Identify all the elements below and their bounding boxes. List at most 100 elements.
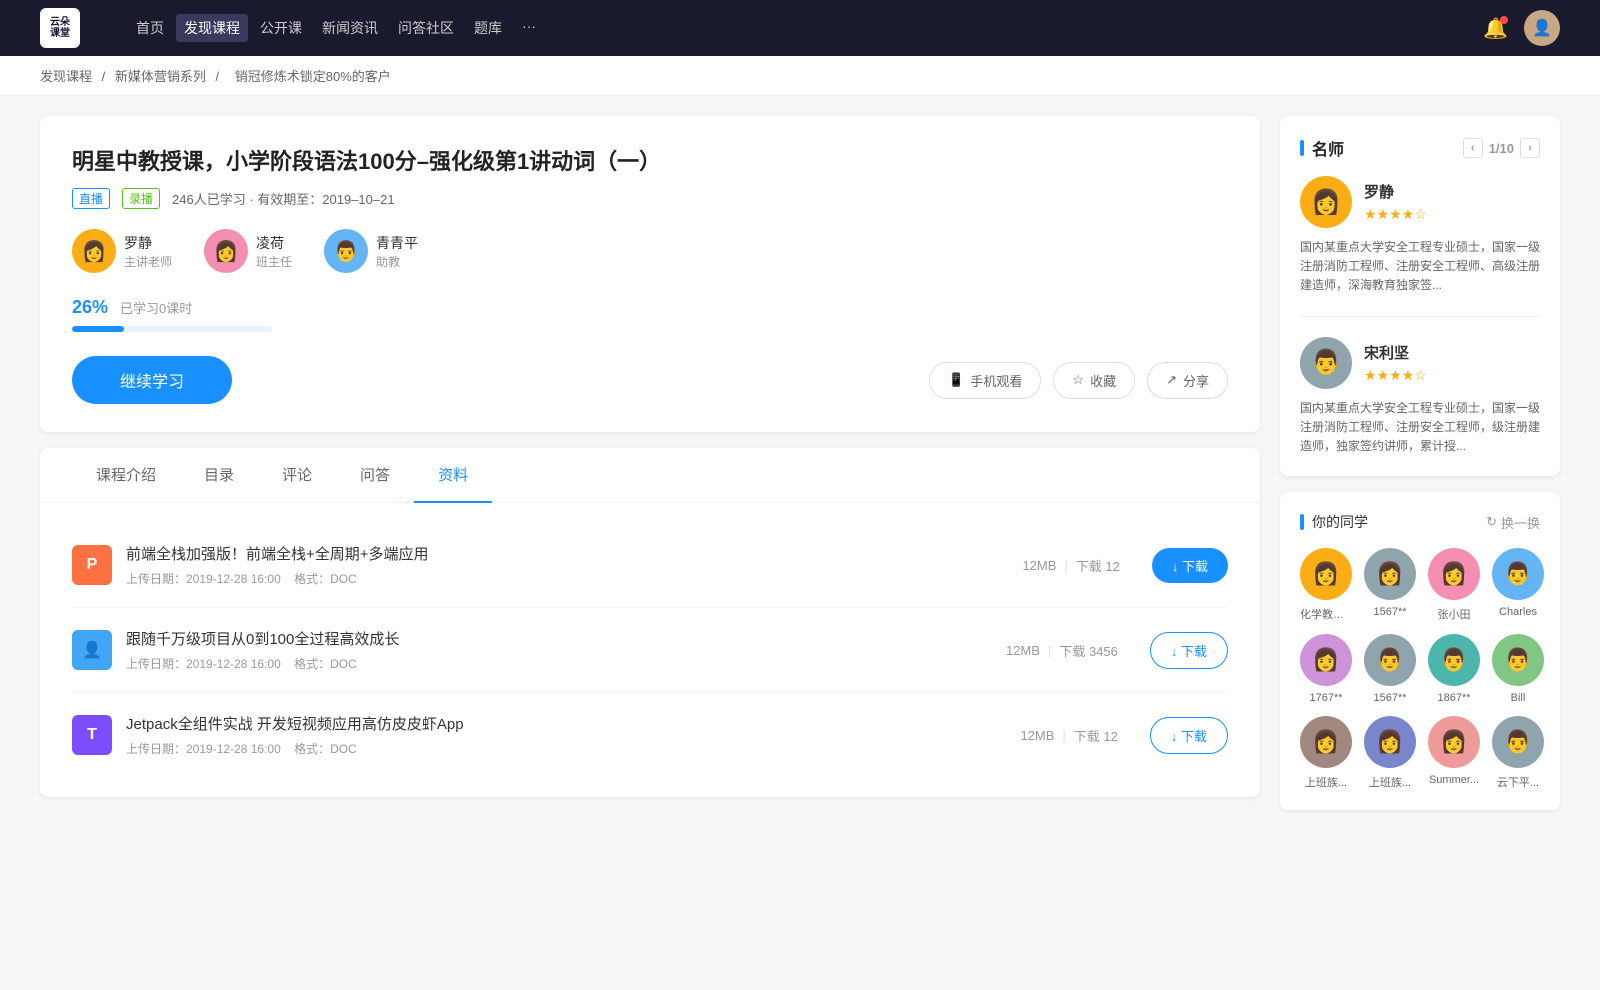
- notification-dot: [1500, 16, 1508, 24]
- next-page-button[interactable]: ›: [1520, 138, 1540, 158]
- classmates-grid: 👩 化学教书... 👩 1567** 👩 张小田 👨 Charles 👩: [1300, 548, 1540, 790]
- header-right: 🔔 👤: [1483, 10, 1560, 46]
- breadcrumb-series[interactable]: 新媒体营销系列: [115, 69, 206, 84]
- collect-button[interactable]: ☆ 收藏: [1053, 362, 1135, 399]
- teacher-stars-0: ★★★★☆: [1364, 206, 1427, 223]
- phone-view-button[interactable]: 📱 手机观看: [929, 362, 1041, 399]
- tab-qa[interactable]: 问答: [336, 448, 414, 503]
- tabs-header: 课程介绍 目录 评论 问答 资料: [40, 448, 1260, 503]
- resource-item-0: P 前端全栈加强版！前端全栈+全周期+多端应用 上传日期：2019-12-28 …: [72, 523, 1228, 608]
- resource-title-0: 前端全栈加强版！前端全栈+全周期+多端应用: [126, 543, 990, 564]
- refresh-icon: ↻: [1486, 514, 1497, 530]
- instructor-name-0: 罗静: [124, 233, 172, 253]
- progress-text: 已学习0课时: [120, 298, 192, 317]
- resource-icon-2: T: [72, 715, 112, 755]
- classmate-avatar-10: 👩: [1428, 716, 1480, 768]
- instructor-name-1: 凌荷: [256, 233, 292, 253]
- classmate-name-2: 张小田: [1428, 606, 1480, 622]
- instructor-0: 👩 罗静 主讲老师: [72, 229, 172, 273]
- nav-discover[interactable]: 发现课程: [176, 14, 248, 42]
- classmate-avatar-11: 👨: [1492, 716, 1544, 768]
- classmate-3[interactable]: 👨 Charles: [1492, 548, 1544, 622]
- prev-page-button[interactable]: ‹: [1463, 138, 1483, 158]
- download-button-1[interactable]: ↓ 下载: [1150, 632, 1228, 669]
- classmate-9[interactable]: 👩 上班族...: [1364, 716, 1416, 790]
- classmates-card: 你的同学 ↻ 换一换 👩 化学教书... 👩 1567** 👩: [1280, 492, 1560, 810]
- instructor-role-1: 班主任: [256, 253, 292, 270]
- nav-qa[interactable]: 问答社区: [390, 14, 462, 42]
- logo-icon: 云朵课堂: [40, 8, 80, 48]
- resource-info-1: 跟随千万级项目从0到100全过程高效成长 上传日期：2019-12-28 16:…: [126, 628, 974, 672]
- classmate-5[interactable]: 👨 1567**: [1364, 634, 1416, 704]
- progress-section: 26% 已学习0课时: [72, 297, 1228, 332]
- breadcrumb: 发现课程 / 新媒体营销系列 / 销冠修炼术锁定80%的客户: [0, 56, 1600, 96]
- classmate-8[interactable]: 👩 上班族...: [1300, 716, 1352, 790]
- classmate-10[interactable]: 👩 Summer...: [1428, 716, 1480, 790]
- classmate-name-11: 云下平...: [1492, 774, 1544, 790]
- breadcrumb-discover[interactable]: 发现课程: [40, 69, 92, 84]
- resource-stats-1: 12MB | 下载 3456: [1006, 641, 1118, 660]
- action-row: 继续学习 📱 手机观看 ☆ 收藏 ↗ 分享: [72, 356, 1228, 404]
- classmate-avatar-0: 👩: [1300, 548, 1352, 600]
- classmate-avatar-3: 👨: [1492, 548, 1544, 600]
- resource-icon-1: 👤: [72, 630, 112, 670]
- right-sidebar: 名师 ‹ 1/10 › 👩 罗静 ★★★★☆ 国内某重点大学安全工程专业硕士，国…: [1280, 116, 1560, 826]
- classmate-7[interactable]: 👨 Bill: [1492, 634, 1544, 704]
- nav-quiz[interactable]: 题库: [466, 14, 510, 42]
- teachers-card: 名师 ‹ 1/10 › 👩 罗静 ★★★★☆ 国内某重点大学安全工程专业硕士，国…: [1280, 116, 1560, 476]
- classmates-header: 你的同学 ↻ 换一换: [1300, 512, 1540, 532]
- logo[interactable]: 云朵课堂: [40, 8, 80, 48]
- tab-review[interactable]: 评论: [258, 448, 336, 503]
- page-info: 1/10: [1489, 141, 1514, 156]
- teacher-name-1: 宋利坚: [1364, 342, 1427, 363]
- classmate-11[interactable]: 👨 云下平...: [1492, 716, 1544, 790]
- teacher-desc-1: 国内某重点大学安全工程专业硕士，国家一级注册消防工程师、注册安全工程师，级注册建…: [1300, 399, 1540, 457]
- classmate-avatar-2: 👩: [1428, 548, 1480, 600]
- tabs-body: P 前端全栈加强版！前端全栈+全周期+多端应用 上传日期：2019-12-28 …: [40, 503, 1260, 797]
- resource-stats-0: 12MB | 下载 12: [1022, 556, 1119, 575]
- right-actions: 📱 手机观看 ☆ 收藏 ↗ 分享: [929, 362, 1228, 399]
- download-button-2[interactable]: ↓ 下载: [1150, 717, 1228, 754]
- teacher-desc-0: 国内某重点大学安全工程专业硕士，国家一级注册消防工程师、注册安全工程师、高级注册…: [1300, 238, 1540, 296]
- classmate-name-6: 1867**: [1428, 692, 1480, 704]
- classmate-avatar-7: 👨: [1492, 634, 1544, 686]
- course-stats: 246人已学习 · 有效期至：2019–10–21: [172, 189, 395, 208]
- pagination: ‹ 1/10 ›: [1463, 138, 1540, 158]
- resource-info-0: 前端全栈加强版！前端全栈+全周期+多端应用 上传日期：2019-12-28 16…: [126, 543, 990, 587]
- nav-home[interactable]: 首页: [128, 14, 172, 42]
- resource-icon-0: P: [72, 545, 112, 585]
- instructor-2: 👨 青青平 助教: [324, 229, 418, 273]
- classmate-name-1: 1567**: [1364, 606, 1416, 618]
- teacher-stars-1: ★★★★☆: [1364, 367, 1427, 384]
- instructor-role-2: 助教: [376, 253, 418, 270]
- resource-item-2: T Jetpack全组件实战 开发短视频应用高仿皮皮虾App 上传日期：2019…: [72, 693, 1228, 777]
- tab-resources[interactable]: 资料: [414, 448, 492, 503]
- classmate-4[interactable]: 👩 1767**: [1300, 634, 1352, 704]
- main-content: 明星中教授课，小学阶段语法100分–强化级第1讲动词（一） 直播 录播 246人…: [0, 96, 1600, 846]
- download-button-0[interactable]: ↓ 下载: [1152, 548, 1228, 583]
- resource-item-1: 👤 跟随千万级项目从0到100全过程高效成长 上传日期：2019-12-28 1…: [72, 608, 1228, 693]
- classmate-name-8: 上班族...: [1300, 774, 1352, 790]
- nav-open[interactable]: 公开课: [252, 14, 310, 42]
- share-icon: ↗: [1166, 372, 1177, 388]
- tab-intro[interactable]: 课程介绍: [72, 448, 180, 503]
- tab-catalog[interactable]: 目录: [180, 448, 258, 503]
- user-avatar[interactable]: 👤: [1524, 10, 1560, 46]
- nav-more[interactable]: ···: [514, 14, 544, 42]
- notification-bell[interactable]: 🔔: [1483, 16, 1508, 41]
- classmate-6[interactable]: 👨 1867**: [1428, 634, 1480, 704]
- resource-title-2: Jetpack全组件实战 开发短视频应用高仿皮皮虾App: [126, 713, 988, 734]
- course-title: 明星中教授课，小学阶段语法100分–强化级第1讲动词（一）: [72, 144, 1228, 176]
- continue-learning-button[interactable]: 继续学习: [72, 356, 232, 404]
- resource-info-2: Jetpack全组件实战 开发短视频应用高仿皮皮虾App 上传日期：2019-1…: [126, 713, 988, 757]
- course-meta: 直播 录播 246人已学习 · 有效期至：2019–10–21: [72, 188, 1228, 209]
- tabs-card: 课程介绍 目录 评论 问答 资料 P 前端全栈加强版！前端全栈+全周期+多端应用…: [40, 448, 1260, 797]
- share-button[interactable]: ↗ 分享: [1147, 362, 1228, 399]
- classmate-0[interactable]: 👩 化学教书...: [1300, 548, 1352, 622]
- refresh-classmates-button[interactable]: ↻ 换一换: [1486, 513, 1540, 532]
- classmate-2[interactable]: 👩 张小田: [1428, 548, 1480, 622]
- teacher-item-0: 👩 罗静 ★★★★☆ 国内某重点大学安全工程专业硕士，国家一级注册消防工程师、注…: [1300, 176, 1540, 317]
- classmate-1[interactable]: 👩 1567**: [1364, 548, 1416, 622]
- nav-news[interactable]: 新闻资讯: [314, 14, 386, 42]
- progress-percent: 26%: [72, 297, 108, 318]
